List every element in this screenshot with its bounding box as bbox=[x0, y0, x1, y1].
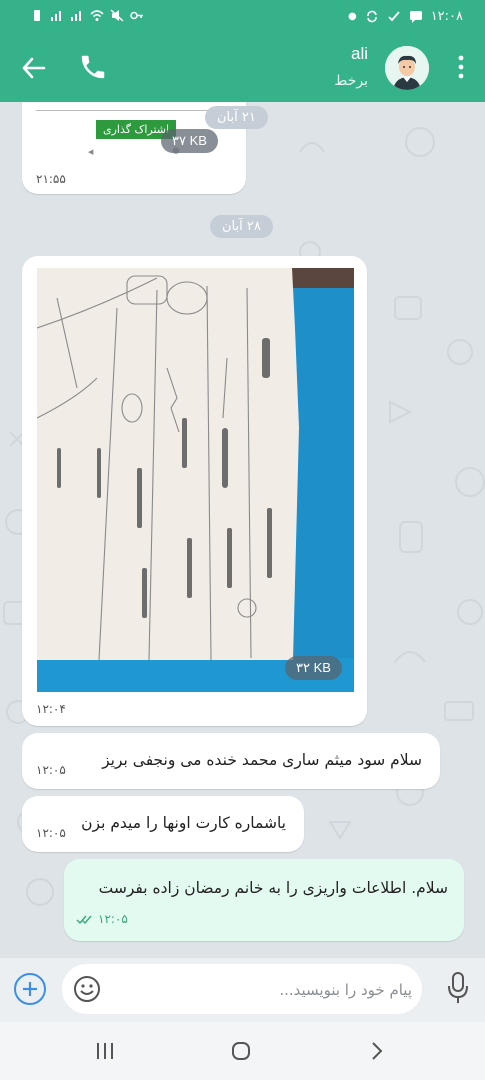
file-size-badge: ۳۷ KB bbox=[161, 129, 218, 153]
message-time: ۱۲:۰۵ bbox=[98, 912, 128, 926]
message-time: ۱۲:۰۴ bbox=[36, 702, 66, 716]
message-time: ۱۲:۰۵ bbox=[36, 826, 66, 840]
message-time: ۲۱:۵۵ bbox=[36, 172, 66, 186]
message-text: سلام. اطلاعات واریزی را به خانم رمضان زا… bbox=[98, 879, 448, 897]
date-separator: ۲۱ آبان bbox=[205, 106, 268, 129]
contact-status: برخط bbox=[334, 73, 368, 89]
photo-size-badge: ۳۲ KB bbox=[285, 656, 342, 680]
photo-message-bubble[interactable]: ۳۲ KB ۱۲:۰۴ bbox=[22, 256, 367, 726]
system-navigation-bar bbox=[0, 1022, 485, 1080]
recent-apps-icon[interactable] bbox=[94, 1040, 116, 1062]
outgoing-message-bubble[interactable]: سلام. اطلاعات واریزی را به خانم رمضان زا… bbox=[64, 859, 464, 941]
message-text: سلام سود میثم ساری محمد خنده می ونجفی بر… bbox=[102, 751, 422, 769]
avatar-person-icon bbox=[385, 46, 429, 90]
signal-icon bbox=[51, 11, 61, 21]
sync-icon bbox=[366, 10, 377, 23]
date-separator: ۲۸ آبان bbox=[210, 215, 273, 238]
message-input[interactable] bbox=[110, 964, 414, 1016]
composer-bar bbox=[0, 958, 485, 1022]
key-icon bbox=[130, 11, 143, 20]
avatar[interactable] bbox=[385, 46, 429, 90]
signal-icon-2 bbox=[71, 11, 81, 21]
more-options-icon[interactable] bbox=[457, 54, 465, 80]
photo-thumbnail[interactable] bbox=[37, 268, 354, 692]
dot-icon: ● bbox=[347, 11, 357, 22]
plus-icon bbox=[23, 982, 37, 996]
clock-text: ۱۲:۰۸ bbox=[430, 9, 463, 24]
back-arrow-icon[interactable] bbox=[20, 54, 48, 82]
read-receipt-icon bbox=[76, 915, 92, 925]
incoming-message-bubble[interactable]: ۱۲:۰۵ یاشماره کارت اونها را میدم بزن bbox=[22, 796, 304, 852]
chat-header: ali برخط bbox=[0, 36, 485, 102]
mute-icon bbox=[110, 9, 124, 22]
incoming-message-bubble[interactable]: ۱۲:۰۵ سلام سود میثم ساری محمد خنده می ون… bbox=[22, 733, 440, 789]
check-icon bbox=[388, 11, 400, 22]
back-chevron-icon[interactable] bbox=[366, 1040, 388, 1062]
chat-area[interactable]: اشتراک گذاری ◀ ● ۲۱:۵۵ ۲۱ آبان ۳۷ KB ۲۸ … bbox=[0, 102, 485, 958]
handwritten-note-image bbox=[37, 268, 354, 692]
home-icon[interactable] bbox=[230, 1040, 252, 1062]
add-attachment-button[interactable] bbox=[14, 973, 46, 1005]
contact-name[interactable]: ali bbox=[351, 44, 368, 64]
phone-icon[interactable] bbox=[78, 52, 108, 82]
message-time: ۱۲:۰۵ bbox=[36, 763, 66, 777]
message-input-box[interactable] bbox=[62, 964, 422, 1016]
emoji-icon[interactable] bbox=[72, 974, 102, 1004]
left-triangle-icon: ◀ bbox=[88, 148, 94, 156]
status-bar: ● ۱۲:۰۸ bbox=[0, 0, 485, 36]
message-text: یاشماره کارت اونها را میدم بزن bbox=[81, 814, 286, 832]
message-icon bbox=[409, 11, 422, 23]
microphone-icon[interactable] bbox=[447, 971, 469, 1005]
battery-icon bbox=[34, 10, 40, 21]
wifi-icon bbox=[90, 10, 104, 21]
